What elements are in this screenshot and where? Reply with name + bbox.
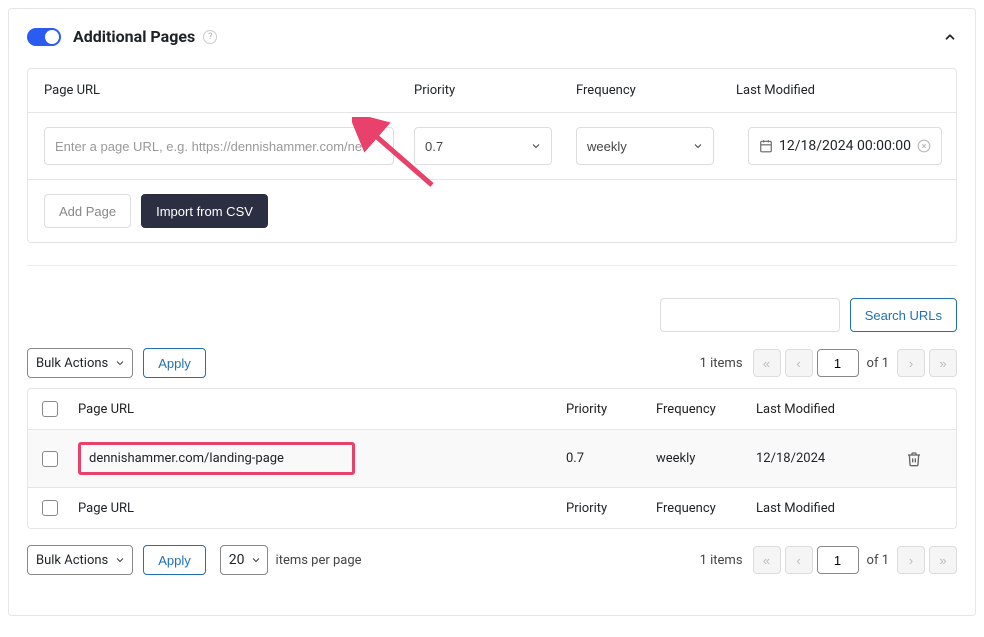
search-input[interactable] — [660, 298, 840, 332]
toggle-switch[interactable] — [27, 28, 61, 46]
row-priority: 0.7 — [566, 451, 656, 466]
th-url: Page URL — [78, 402, 566, 417]
row-modified: 12/18/2024 — [756, 451, 906, 466]
pager-first-button[interactable]: « — [753, 546, 781, 574]
form-button-row: Add Page Import from CSV — [28, 180, 956, 242]
tf-priority: Priority — [566, 501, 656, 516]
th-modified: Last Modified — [756, 402, 906, 417]
help-icon[interactable]: ? — [203, 30, 217, 44]
priority-select[interactable]: 0.7 — [414, 127, 552, 165]
bottom-action-bar: Bulk Actions Apply 20 items per page 1 i… — [27, 545, 957, 575]
import-csv-button[interactable]: Import from CSV — [141, 194, 268, 228]
date-value: 12/18/2024 00:00:00 — [779, 138, 911, 154]
items-per-page-label: items per page — [276, 553, 362, 568]
bulk-actions-select-bottom[interactable]: Bulk Actions — [27, 545, 133, 575]
col-header-priority: Priority — [414, 83, 576, 98]
pager-of-text: of 1 — [867, 356, 889, 371]
divider — [27, 265, 957, 266]
additional-pages-panel: Additional Pages ? Page URL Priority Fre… — [8, 8, 976, 616]
col-header-url: Page URL — [44, 83, 414, 98]
col-header-modified: Last Modified — [736, 83, 940, 98]
delete-row-button[interactable] — [906, 451, 946, 467]
calendar-icon — [759, 139, 773, 153]
select-all-checkbox[interactable] — [42, 401, 58, 417]
form-input-row: 0.7 weekly 12/18/2024 00:00:00 — [28, 113, 956, 180]
pager-top: « ‹ of 1 › » — [753, 349, 957, 377]
pager-page-input[interactable] — [817, 546, 859, 574]
form-header-row: Page URL Priority Frequency Last Modifie… — [28, 69, 956, 113]
items-count-bottom: 1 items — [700, 553, 743, 568]
th-frequency: Frequency — [656, 402, 756, 417]
add-page-form: Page URL Priority Frequency Last Modifie… — [27, 68, 957, 243]
row-checkbox[interactable] — [42, 451, 58, 467]
table-row: dennishammer.com/landing-page 0.7 weekly… — [28, 430, 956, 487]
pager-prev-button[interactable]: ‹ — [785, 349, 813, 377]
priority-value[interactable]: 0.7 — [414, 127, 552, 165]
chevron-down-icon — [114, 357, 126, 369]
frequency-select[interactable]: weekly — [576, 127, 714, 165]
bulk-actions-select[interactable]: Bulk Actions — [27, 348, 133, 378]
pager-last-button[interactable]: » — [929, 349, 957, 377]
panel-title: Additional Pages — [73, 27, 195, 46]
top-action-bar: Bulk Actions Apply 1 items « ‹ of 1 › » — [27, 348, 957, 378]
panel-header: Additional Pages ? — [27, 27, 957, 46]
chevron-down-icon — [250, 554, 262, 566]
pager-bottom: « ‹ of 1 › » — [753, 546, 957, 574]
url-table: Page URL Priority Frequency Last Modifie… — [27, 388, 957, 529]
pager-of-text: of 1 — [867, 553, 889, 568]
items-per-page-select[interactable]: 20 — [220, 545, 268, 575]
pager-next-button[interactable]: › — [897, 546, 925, 574]
date-input[interactable]: 12/18/2024 00:00:00 — [748, 127, 942, 165]
tf-modified: Last Modified — [756, 501, 906, 516]
select-all-checkbox-bottom[interactable] — [42, 500, 58, 516]
pager-last-button[interactable]: » — [929, 546, 957, 574]
items-count: 1 items — [700, 356, 743, 371]
tf-frequency: Frequency — [656, 501, 756, 516]
add-page-button[interactable]: Add Page — [44, 194, 131, 228]
collapse-icon[interactable] — [943, 30, 957, 44]
table-footer: Page URL Priority Frequency Last Modifie… — [28, 487, 956, 528]
table-header: Page URL Priority Frequency Last Modifie… — [28, 389, 956, 430]
pager-first-button[interactable]: « — [753, 349, 781, 377]
row-frequency: weekly — [656, 451, 756, 466]
apply-button[interactable]: Apply — [143, 348, 206, 378]
pager-prev-button[interactable]: ‹ — [785, 546, 813, 574]
page-url-input[interactable] — [44, 127, 394, 165]
row-url-cell: dennishammer.com/landing-page — [78, 442, 566, 475]
search-row: Search URLs — [27, 298, 957, 332]
row-url[interactable]: dennishammer.com/landing-page — [78, 442, 355, 475]
col-header-frequency: Frequency — [576, 83, 736, 98]
frequency-value[interactable]: weekly — [576, 127, 714, 165]
pager-page-input[interactable] — [817, 349, 859, 377]
pager-next-button[interactable]: › — [897, 349, 925, 377]
th-priority: Priority — [566, 402, 656, 417]
clear-icon[interactable] — [917, 139, 931, 153]
search-urls-button[interactable]: Search URLs — [850, 298, 957, 332]
apply-button-bottom[interactable]: Apply — [143, 545, 206, 575]
chevron-down-icon — [114, 554, 126, 566]
tf-url: Page URL — [78, 501, 566, 516]
